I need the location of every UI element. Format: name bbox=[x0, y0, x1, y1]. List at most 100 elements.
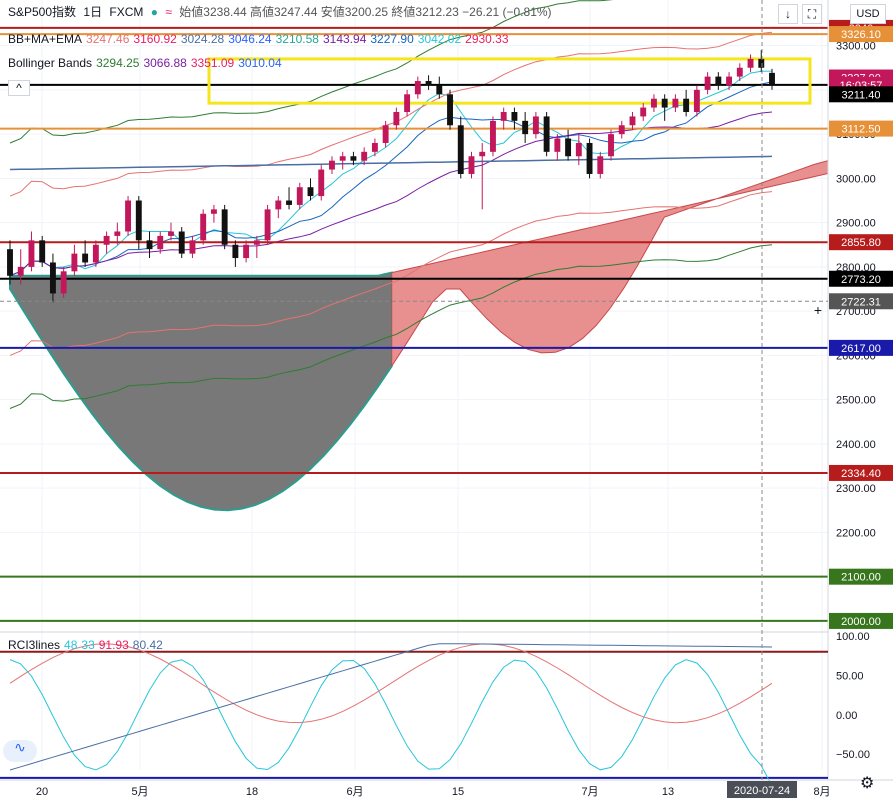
indicator-value: 2930.33 bbox=[465, 32, 509, 46]
data-source: FXCM bbox=[109, 5, 144, 19]
indicator-value: 3294.25 bbox=[96, 56, 140, 70]
indicator-value: 3066.88 bbox=[143, 56, 187, 70]
collapse-down-icon[interactable]: ↓ bbox=[778, 4, 798, 24]
price-tick-label: 3300.00 bbox=[836, 41, 876, 53]
candle-body bbox=[92, 244, 99, 263]
price-label: 3326.10 bbox=[841, 29, 881, 41]
price-label: 2000.00 bbox=[841, 616, 881, 628]
candle-body bbox=[264, 209, 271, 241]
candle-body bbox=[597, 156, 604, 174]
candle-body bbox=[125, 200, 132, 232]
candle-body bbox=[747, 58, 754, 68]
indicator-value: 3160.92 bbox=[133, 32, 177, 46]
time-tick-label: 6月 bbox=[346, 786, 363, 798]
candle-body bbox=[468, 156, 475, 174]
candle-body bbox=[28, 240, 35, 267]
candle-body bbox=[672, 98, 679, 108]
candle-body bbox=[243, 244, 250, 259]
candle-body bbox=[275, 200, 282, 210]
candle-body bbox=[404, 94, 411, 112]
time-tick-label: 7月 bbox=[581, 786, 598, 798]
candle-body bbox=[511, 112, 518, 121]
candle-body bbox=[339, 156, 346, 161]
indicator-value: 3143.94 bbox=[322, 32, 367, 46]
candle-body bbox=[618, 125, 625, 135]
rci-tick-label: 0.00 bbox=[836, 710, 857, 722]
indicator-name: Bollinger Bands bbox=[8, 56, 93, 70]
candle-body bbox=[425, 81, 432, 86]
candle-body bbox=[532, 116, 539, 135]
candle-body bbox=[758, 58, 765, 68]
candle-body bbox=[490, 120, 496, 152]
candle-body bbox=[769, 72, 775, 85]
candle-body bbox=[500, 112, 507, 121]
time-tick-label: 18 bbox=[246, 786, 258, 798]
candle-body bbox=[296, 187, 303, 205]
candle-body bbox=[318, 169, 325, 197]
candle-body bbox=[157, 235, 164, 250]
rci-long-line bbox=[9, 643, 773, 771]
candle-body bbox=[49, 262, 56, 294]
price-tick-label: 2300.00 bbox=[836, 483, 876, 495]
indicator-value: 91.93 bbox=[98, 638, 129, 652]
candle-body bbox=[232, 244, 239, 259]
time-tick-label: 8月 bbox=[813, 786, 830, 798]
price-chart[interactable]: 3300.003200.003100.003000.002900.002800.… bbox=[0, 0, 893, 802]
tradingview-logo-icon[interactable]: ∿ bbox=[3, 740, 37, 762]
candle-body bbox=[17, 266, 24, 276]
price-tick-label: 2500.00 bbox=[836, 395, 876, 407]
price-tick-label: 2400.00 bbox=[836, 439, 876, 451]
price-label: 2617.00 bbox=[841, 343, 881, 355]
candle-body bbox=[586, 142, 593, 174]
candle-body bbox=[361, 151, 368, 161]
indicator-value: 33 bbox=[81, 638, 95, 652]
currency-button[interactable]: USD bbox=[850, 4, 886, 24]
candle-body bbox=[575, 142, 582, 157]
indicator-value: 3351.09 bbox=[190, 56, 235, 70]
price-tick-label: 2900.00 bbox=[836, 218, 876, 230]
timeframe: 1日 bbox=[83, 5, 103, 19]
candle-body bbox=[114, 231, 121, 236]
indicator-value: 80.42 bbox=[132, 638, 163, 652]
crosshair-plus-icon: + bbox=[814, 302, 822, 318]
collapse-legend-icon[interactable]: ^ bbox=[8, 80, 30, 96]
candle-body bbox=[650, 98, 657, 108]
settings-gear-icon[interactable]: ⚙ bbox=[860, 776, 874, 792]
indicator-value: 3010.04 bbox=[238, 56, 282, 70]
candle-body bbox=[715, 76, 722, 86]
rci-medium-line bbox=[9, 643, 773, 724]
market-status-icon: ● bbox=[150, 5, 159, 19]
candle-body bbox=[565, 138, 572, 157]
symbol-name: S&P500指数 bbox=[8, 5, 77, 19]
candle-body bbox=[135, 200, 142, 241]
price-tick-label: 2200.00 bbox=[836, 527, 876, 539]
candle-body bbox=[543, 116, 550, 152]
ma-line-2 bbox=[9, 111, 773, 277]
candle-body bbox=[704, 76, 711, 90]
ichimoku-cloud-bearish bbox=[9, 271, 393, 512]
candle-body bbox=[350, 156, 357, 161]
fullscreen-icon[interactable]: ⛶ bbox=[802, 4, 822, 24]
price-label: 2334.40 bbox=[841, 468, 881, 480]
cursor-date-label: 2020-07-24 bbox=[734, 785, 790, 797]
rci-tick-label: 50.00 bbox=[836, 670, 864, 682]
indicator-bb-ma-ema[interactable]: BB+MA+EMA 3247.46 3160.92 3024.28 3046.24 321… bbox=[8, 32, 513, 46]
rci-tick-label: 100.00 bbox=[836, 631, 870, 643]
candle-body bbox=[178, 231, 185, 254]
indicator-name: RCI3lines bbox=[8, 638, 61, 652]
indicator-value: 3210.58 bbox=[275, 32, 319, 46]
candle-body bbox=[640, 107, 647, 117]
indicator-bollinger-bands[interactable]: Bollinger Bands 3294.25 3066.88 3351.09 3010… bbox=[8, 56, 286, 70]
indicator-value: 48 bbox=[64, 638, 78, 652]
candle-body bbox=[479, 151, 486, 157]
time-tick-label: 20 bbox=[36, 786, 48, 798]
ohlc-values: 始値3238.44 高値3247.44 安値3200.25 終値3212.23 … bbox=[179, 5, 552, 19]
indicator-rci3lines[interactable]: RCI3lines 48 33 91.93 80.42 bbox=[8, 638, 167, 652]
wave-icon: ≈ bbox=[165, 5, 172, 19]
candle-body bbox=[221, 209, 228, 245]
candle-body bbox=[457, 125, 464, 174]
candle-body bbox=[371, 142, 378, 152]
candle-body bbox=[71, 253, 78, 272]
candle-body bbox=[146, 240, 153, 250]
price-tick-label: 3000.00 bbox=[836, 173, 876, 185]
